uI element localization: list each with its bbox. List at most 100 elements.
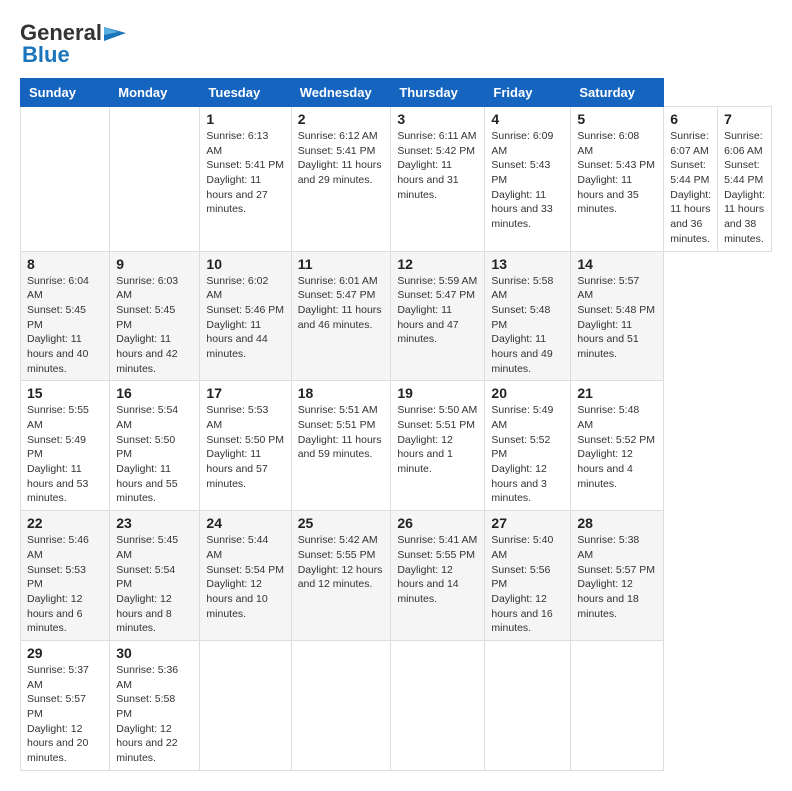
day-info: Sunrise: 5:41 AMSunset: 5:55 PMDaylight:…: [397, 533, 478, 606]
day-number: 18: [298, 385, 385, 401]
day-info: Sunrise: 5:54 AMSunset: 5:50 PMDaylight:…: [116, 403, 193, 506]
calendar-cell: [110, 107, 200, 252]
day-number: 2: [298, 111, 385, 127]
day-number: 9: [116, 256, 193, 272]
calendar-cell: 23Sunrise: 5:45 AMSunset: 5:54 PMDayligh…: [110, 511, 200, 641]
day-number: 21: [577, 385, 657, 401]
header-saturday: Saturday: [571, 79, 664, 107]
day-number: 11: [298, 256, 385, 272]
day-number: 4: [491, 111, 564, 127]
header-tuesday: Tuesday: [200, 79, 291, 107]
day-number: 8: [27, 256, 103, 272]
calendar-cell: 11 Sunrise: 6:01 AMSunset: 5:47 PMDayligh…: [291, 251, 391, 381]
calendar-cell: 18 Sunrise: 5:51 AMSunset: 5:51 PMDayligh…: [291, 381, 391, 511]
calendar-cell: 20Sunrise: 5:49 AMSunset: 5:52 PMDayligh…: [485, 381, 571, 511]
day-number: 6: [670, 111, 711, 127]
day-info: Sunrise: 5:58 AMSunset: 5:48 PMDaylight:…: [491, 274, 564, 377]
calendar-week-row: 15Sunrise: 5:55 AMSunset: 5:49 PMDayligh…: [21, 381, 772, 511]
calendar-cell: 15Sunrise: 5:55 AMSunset: 5:49 PMDayligh…: [21, 381, 110, 511]
calendar-cell: 7 Sunrise: 6:06 AMSunset: 5:44 PMDaylight…: [718, 107, 772, 252]
day-number: 29: [27, 645, 103, 661]
logo-bird-icon: [104, 23, 126, 43]
day-info: Sunrise: 5:42 AMSunset: 5:55 PMDaylight:…: [298, 533, 385, 592]
day-info: Sunrise: 6:12 AMSunset: 5:41 PMDaylight:…: [298, 129, 385, 188]
calendar-cell: 22 Sunrise: 5:46 AMSunset: 5:53 PMDayligh…: [21, 511, 110, 641]
calendar-cell: 29 Sunrise: 5:37 AMSunset: 5:57 PMDayligh…: [21, 640, 110, 770]
day-number: 13: [491, 256, 564, 272]
day-number: 16: [116, 385, 193, 401]
day-info: Sunrise: 5:48 AMSunset: 5:52 PMDaylight:…: [577, 403, 657, 491]
day-number: 19: [397, 385, 478, 401]
day-info: Sunrise: 5:40 AMSunset: 5:56 PMDaylight:…: [491, 533, 564, 636]
calendar-cell: 5 Sunrise: 6:08 AMSunset: 5:43 PMDaylight…: [571, 107, 664, 252]
day-info: Sunrise: 6:11 AMSunset: 5:42 PMDaylight:…: [397, 129, 478, 202]
day-info: Sunrise: 5:46 AMSunset: 5:53 PMDaylight:…: [27, 533, 103, 636]
day-info: Sunrise: 6:06 AMSunset: 5:44 PMDaylight:…: [724, 129, 765, 247]
day-info: Sunrise: 6:01 AMSunset: 5:47 PMDaylight:…: [298, 274, 385, 333]
calendar-cell: 28Sunrise: 5:38 AMSunset: 5:57 PMDayligh…: [571, 511, 664, 641]
day-number: 26: [397, 515, 478, 531]
day-number: 22: [27, 515, 103, 531]
day-number: 12: [397, 256, 478, 272]
header-friday: Friday: [485, 79, 571, 107]
day-info: Sunrise: 5:51 AMSunset: 5:51 PMDaylight:…: [298, 403, 385, 462]
calendar-cell: 12 Sunrise: 5:59 AMSunset: 5:47 PMDayligh…: [391, 251, 485, 381]
calendar-cell: [485, 640, 571, 770]
calendar-week-row: 29 Sunrise: 5:37 AMSunset: 5:57 PMDayligh…: [21, 640, 772, 770]
day-info: Sunrise: 5:36 AMSunset: 5:58 PMDaylight:…: [116, 663, 193, 766]
day-info: Sunrise: 6:09 AMSunset: 5:43 PMDaylight:…: [491, 129, 564, 232]
day-number: 14: [577, 256, 657, 272]
day-number: 27: [491, 515, 564, 531]
logo: General Blue: [20, 20, 126, 68]
day-info: Sunrise: 5:49 AMSunset: 5:52 PMDaylight:…: [491, 403, 564, 506]
calendar-cell: 19Sunrise: 5:50 AMSunset: 5:51 PMDayligh…: [391, 381, 485, 511]
day-info: Sunrise: 5:59 AMSunset: 5:47 PMDaylight:…: [397, 274, 478, 347]
calendar-cell: 16 Sunrise: 5:54 AMSunset: 5:50 PMDayligh…: [110, 381, 200, 511]
day-number: 3: [397, 111, 478, 127]
calendar-cell: 1 Sunrise: 6:13 AMSunset: 5:41 PMDaylight…: [200, 107, 291, 252]
calendar-cell: 27 Sunrise: 5:40 AMSunset: 5:56 PMDayligh…: [485, 511, 571, 641]
day-info: Sunrise: 5:53 AMSunset: 5:50 PMDaylight:…: [206, 403, 284, 491]
header: General Blue: [20, 20, 772, 68]
calendar-cell: 17 Sunrise: 5:53 AMSunset: 5:50 PMDayligh…: [200, 381, 291, 511]
day-info: Sunrise: 6:13 AMSunset: 5:41 PMDaylight:…: [206, 129, 284, 217]
calendar-week-row: 8Sunrise: 6:04 AMSunset: 5:45 PMDaylight…: [21, 251, 772, 381]
calendar-cell: 26 Sunrise: 5:41 AMSunset: 5:55 PMDayligh…: [391, 511, 485, 641]
calendar-week-row: 22 Sunrise: 5:46 AMSunset: 5:53 PMDayligh…: [21, 511, 772, 641]
calendar-cell: 10Sunrise: 6:02 AMSunset: 5:46 PMDayligh…: [200, 251, 291, 381]
day-info: Sunrise: 6:07 AMSunset: 5:44 PMDaylight:…: [670, 129, 711, 247]
day-info: Sunrise: 5:57 AMSunset: 5:48 PMDaylight:…: [577, 274, 657, 362]
calendar-header-row: SundayMondayTuesdayWednesdayThursdayFrid…: [21, 79, 772, 107]
calendar-cell: [571, 640, 664, 770]
calendar-cell: 8Sunrise: 6:04 AMSunset: 5:45 PMDaylight…: [21, 251, 110, 381]
calendar-cell: 6 Sunrise: 6:07 AMSunset: 5:44 PMDaylight…: [664, 107, 718, 252]
day-number: 24: [206, 515, 284, 531]
day-number: 30: [116, 645, 193, 661]
calendar-cell: 2 Sunrise: 6:12 AMSunset: 5:41 PMDaylight…: [291, 107, 391, 252]
calendar-cell: 9Sunrise: 6:03 AMSunset: 5:45 PMDaylight…: [110, 251, 200, 381]
calendar-cell: [21, 107, 110, 252]
day-info: Sunrise: 6:08 AMSunset: 5:43 PMDaylight:…: [577, 129, 657, 217]
calendar-cell: [391, 640, 485, 770]
calendar-cell: 13 Sunrise: 5:58 AMSunset: 5:48 PMDayligh…: [485, 251, 571, 381]
calendar-cell: 4 Sunrise: 6:09 AMSunset: 5:43 PMDaylight…: [485, 107, 571, 252]
day-info: Sunrise: 5:44 AMSunset: 5:54 PMDaylight:…: [206, 533, 284, 621]
calendar-cell: 3 Sunrise: 6:11 AMSunset: 5:42 PMDaylight…: [391, 107, 485, 252]
header-thursday: Thursday: [391, 79, 485, 107]
day-number: 5: [577, 111, 657, 127]
header-sunday: Sunday: [21, 79, 110, 107]
day-number: 17: [206, 385, 284, 401]
day-number: 10: [206, 256, 284, 272]
day-number: 1: [206, 111, 284, 127]
calendar-cell: [200, 640, 291, 770]
logo-blue: Blue: [22, 42, 70, 68]
day-number: 7: [724, 111, 765, 127]
calendar-cell: 25 Sunrise: 5:42 AMSunset: 5:55 PMDayligh…: [291, 511, 391, 641]
day-number: 25: [298, 515, 385, 531]
day-info: Sunrise: 5:45 AMSunset: 5:54 PMDaylight:…: [116, 533, 193, 636]
calendar-cell: [291, 640, 391, 770]
day-info: Sunrise: 5:55 AMSunset: 5:49 PMDaylight:…: [27, 403, 103, 506]
calendar-cell: 21 Sunrise: 5:48 AMSunset: 5:52 PMDayligh…: [571, 381, 664, 511]
calendar: SundayMondayTuesdayWednesdayThursdayFrid…: [20, 78, 772, 771]
day-info: Sunrise: 5:37 AMSunset: 5:57 PMDaylight:…: [27, 663, 103, 766]
